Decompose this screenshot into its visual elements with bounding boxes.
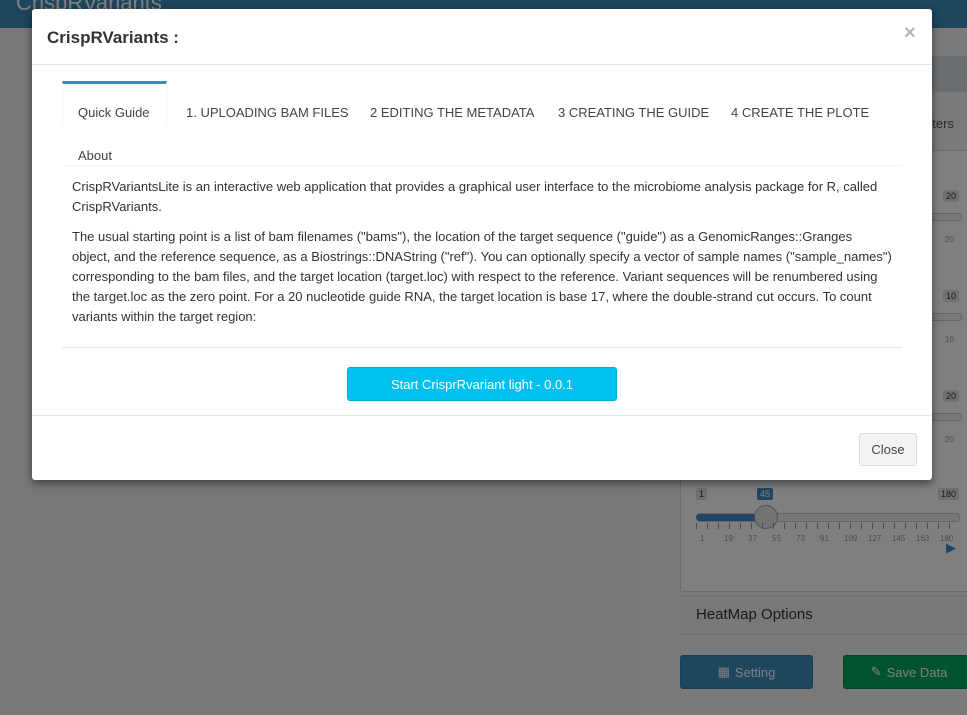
modal-title: CrispRVariants : [47, 28, 179, 47]
tab-create-plote[interactable]: 4 CREATE THE PLOTE [731, 105, 869, 120]
intro-paragraph: CrispRVariantsLite is an interactive web… [72, 179, 878, 214]
tab-editing-metadata[interactable]: 2 EDITING THE METADATA [370, 105, 534, 120]
tab-about[interactable]: About [78, 148, 112, 163]
content-divider [62, 347, 902, 348]
modal-footer-divider [32, 415, 932, 416]
close-icon[interactable]: × [904, 22, 916, 45]
quick-guide-modal: CrispRVariants : × Quick Guide 1. UPLOAD… [32, 9, 932, 480]
tab-creating-guide[interactable]: 3 CREATING THE GUIDE [558, 105, 709, 120]
tab-bar: Quick Guide 1. UPLOADING BAM FILES 2 EDI… [62, 81, 902, 167]
tab-uploading-bam-files[interactable]: 1. UPLOADING BAM FILES [186, 105, 349, 120]
active-tab-indicator [62, 81, 167, 127]
usage-paragraph: The usual starting point is a list of ba… [72, 229, 892, 324]
start-button[interactable]: Start CrisprRvariant light - 0.0.1 [347, 367, 617, 401]
modal-header: CrispRVariants : × [32, 9, 932, 65]
close-button[interactable]: Close [859, 433, 917, 466]
tab-bar-divider [62, 165, 902, 166]
tab-quick-guide[interactable]: Quick Guide [78, 105, 150, 120]
quick-guide-content: CrispRVariantsLite is an interactive web… [72, 177, 892, 337]
